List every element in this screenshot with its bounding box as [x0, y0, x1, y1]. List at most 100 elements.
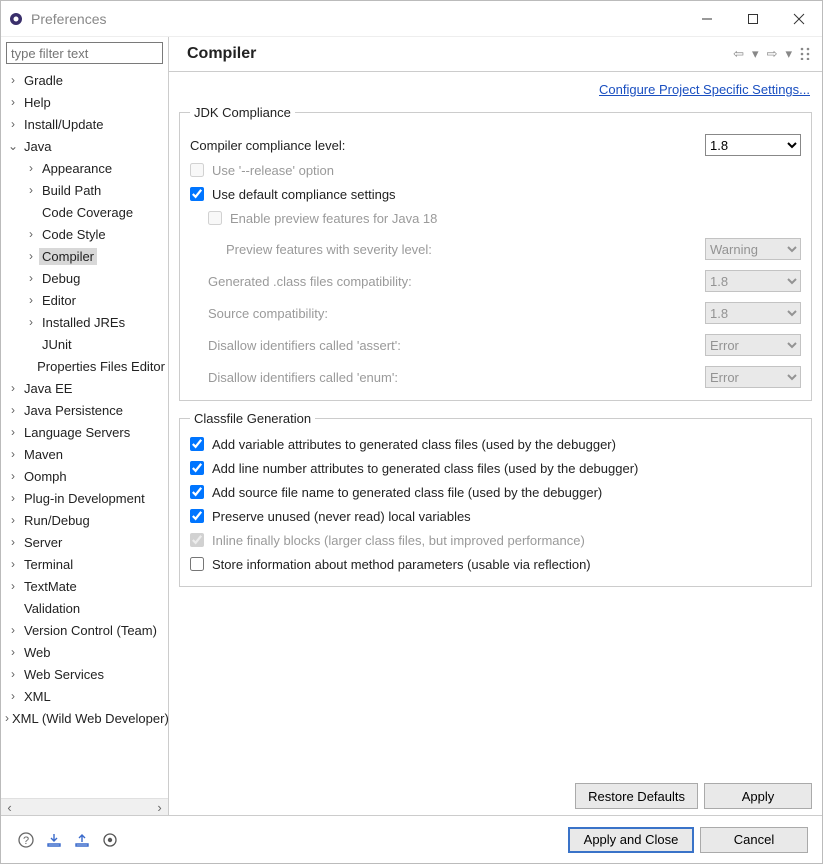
maximize-button[interactable] — [730, 1, 776, 37]
back-menu-icon[interactable]: ▾ — [750, 44, 761, 64]
apply-and-close-button[interactable]: Apply and Close — [568, 827, 694, 853]
chevron-right-icon[interactable]: › — [23, 293, 39, 307]
preference-tree[interactable]: ›Gradle›Help›Install/Update⌄Java›Appeara… — [1, 67, 168, 798]
tree-item[interactable]: ›Plug-in Development — [1, 487, 168, 509]
tree-item[interactable]: ›XML (Wild Web Developer) — [1, 707, 168, 729]
forward-menu-icon[interactable]: ▾ — [783, 44, 794, 64]
chevron-right-icon[interactable]: › — [23, 315, 39, 329]
chevron-right-icon[interactable]: › — [5, 579, 21, 593]
chevron-right-icon[interactable]: › — [5, 381, 21, 395]
tree-item[interactable]: Properties Files Editor — [1, 355, 168, 377]
tree-item[interactable]: JUnit — [1, 333, 168, 355]
back-icon[interactable]: ⇦ — [731, 44, 746, 64]
tree-item[interactable]: ›Java Persistence — [1, 399, 168, 421]
tree-item[interactable]: ›Build Path — [1, 179, 168, 201]
filter-input[interactable] — [6, 42, 163, 64]
chevron-right-icon[interactable]: › — [5, 513, 21, 527]
chevron-right-icon[interactable]: › — [23, 271, 39, 285]
chevron-right-icon[interactable]: › — [5, 623, 21, 637]
tree-item[interactable]: ›Appearance — [1, 157, 168, 179]
chevron-right-icon[interactable]: › — [5, 73, 21, 87]
tree-item[interactable]: ›Version Control (Team) — [1, 619, 168, 641]
tree-item[interactable]: ›Gradle — [1, 69, 168, 91]
tree-item[interactable]: Code Coverage — [1, 201, 168, 223]
tree-item-label: Appearance — [39, 160, 115, 177]
chevron-right-icon[interactable]: › — [5, 403, 21, 417]
tree-item-label: Java EE — [21, 380, 75, 397]
menu-icon[interactable] — [798, 44, 812, 64]
chevron-right-icon[interactable]: › — [5, 447, 21, 461]
tree-horizontal-scrollbar[interactable]: ‹ › — [1, 798, 168, 815]
tree-item[interactable]: ›Help — [1, 91, 168, 113]
use-default-label: Use default compliance settings — [212, 187, 396, 202]
tree-item[interactable]: ›Web — [1, 641, 168, 663]
chevron-right-icon[interactable]: › — [23, 183, 39, 197]
chevron-right-icon[interactable]: › — [23, 161, 39, 175]
configure-project-link[interactable]: Configure Project Specific Settings... — [599, 82, 810, 97]
tree-item[interactable]: ›Java EE — [1, 377, 168, 399]
classfile-checkbox-label: Preserve unused (never read) local varia… — [212, 509, 471, 524]
tree-item[interactable]: ›Maven — [1, 443, 168, 465]
tree-item-label: Web — [21, 644, 54, 661]
chevron-right-icon[interactable]: › — [23, 227, 39, 241]
classfile-checkbox[interactable] — [190, 485, 204, 499]
chevron-right-icon[interactable]: › — [23, 249, 39, 263]
tree-item[interactable]: ›Installed JREs — [1, 311, 168, 333]
page-header: Compiler ⇦ ▾ ⇨ ▾ — [169, 37, 822, 72]
chevron-right-icon[interactable]: › — [5, 557, 21, 571]
chevron-right-icon[interactable]: › — [5, 491, 21, 505]
app-icon — [7, 10, 25, 28]
tree-item[interactable]: ›Compiler — [1, 245, 168, 267]
chevron-right-icon[interactable]: › — [5, 469, 21, 483]
classfile-checkbox[interactable] — [190, 437, 204, 451]
target-icon[interactable] — [99, 829, 121, 851]
use-release-checkbox — [190, 163, 204, 177]
tree-item[interactable]: ⌄Java — [1, 135, 168, 157]
generated-compat-label: Generated .class files compatibility: — [208, 274, 705, 289]
scroll-right-icon[interactable]: › — [151, 799, 168, 816]
chevron-right-icon[interactable]: › — [5, 689, 21, 703]
scroll-left-icon[interactable]: ‹ — [1, 799, 18, 816]
tree-item[interactable]: ›TextMate — [1, 575, 168, 597]
tree-item[interactable]: ›Oomph — [1, 465, 168, 487]
tree-item-label: Run/Debug — [21, 512, 93, 529]
tree-item-label: Plug-in Development — [21, 490, 148, 507]
classfile-checkbox[interactable] — [190, 557, 204, 571]
preview-severity-label: Preview features with severity level: — [226, 242, 705, 257]
restore-defaults-button[interactable]: Restore Defaults — [575, 783, 698, 809]
tree-item[interactable]: ›Language Servers — [1, 421, 168, 443]
sidebar: ›Gradle›Help›Install/Update⌄Java›Appeara… — [1, 37, 169, 815]
tree-item[interactable]: Validation — [1, 597, 168, 619]
preview-severity-select: Warning — [705, 238, 801, 260]
tree-item[interactable]: ›Server — [1, 531, 168, 553]
enable-preview-checkbox — [208, 211, 222, 225]
import-icon[interactable] — [43, 829, 65, 851]
minimize-button[interactable] — [684, 1, 730, 37]
tree-item[interactable]: ›Install/Update — [1, 113, 168, 135]
chevron-right-icon[interactable]: › — [5, 667, 21, 681]
classfile-checkbox[interactable] — [190, 461, 204, 475]
chevron-right-icon[interactable]: › — [5, 535, 21, 549]
compliance-level-select[interactable]: 1.8 — [705, 134, 801, 156]
tree-item[interactable]: ›Debug — [1, 267, 168, 289]
tree-item[interactable]: ›Code Style — [1, 223, 168, 245]
cancel-button[interactable]: Cancel — [700, 827, 808, 853]
close-button[interactable] — [776, 1, 822, 37]
chevron-right-icon[interactable]: › — [5, 645, 21, 659]
chevron-down-icon[interactable]: ⌄ — [5, 139, 21, 153]
tree-item[interactable]: ›Web Services — [1, 663, 168, 685]
tree-item[interactable]: ›XML — [1, 685, 168, 707]
chevron-right-icon[interactable]: › — [5, 425, 21, 439]
classfile-checkbox[interactable] — [190, 509, 204, 523]
export-icon[interactable] — [71, 829, 93, 851]
help-icon[interactable]: ? — [15, 829, 37, 851]
use-default-checkbox[interactable] — [190, 187, 204, 201]
tree-item[interactable]: ›Editor — [1, 289, 168, 311]
tree-item[interactable]: ›Terminal — [1, 553, 168, 575]
tree-item-label: Compiler — [39, 248, 97, 265]
forward-icon[interactable]: ⇨ — [765, 44, 780, 64]
tree-item[interactable]: ›Run/Debug — [1, 509, 168, 531]
chevron-right-icon[interactable]: › — [5, 117, 21, 131]
chevron-right-icon[interactable]: › — [5, 95, 21, 109]
apply-button[interactable]: Apply — [704, 783, 812, 809]
